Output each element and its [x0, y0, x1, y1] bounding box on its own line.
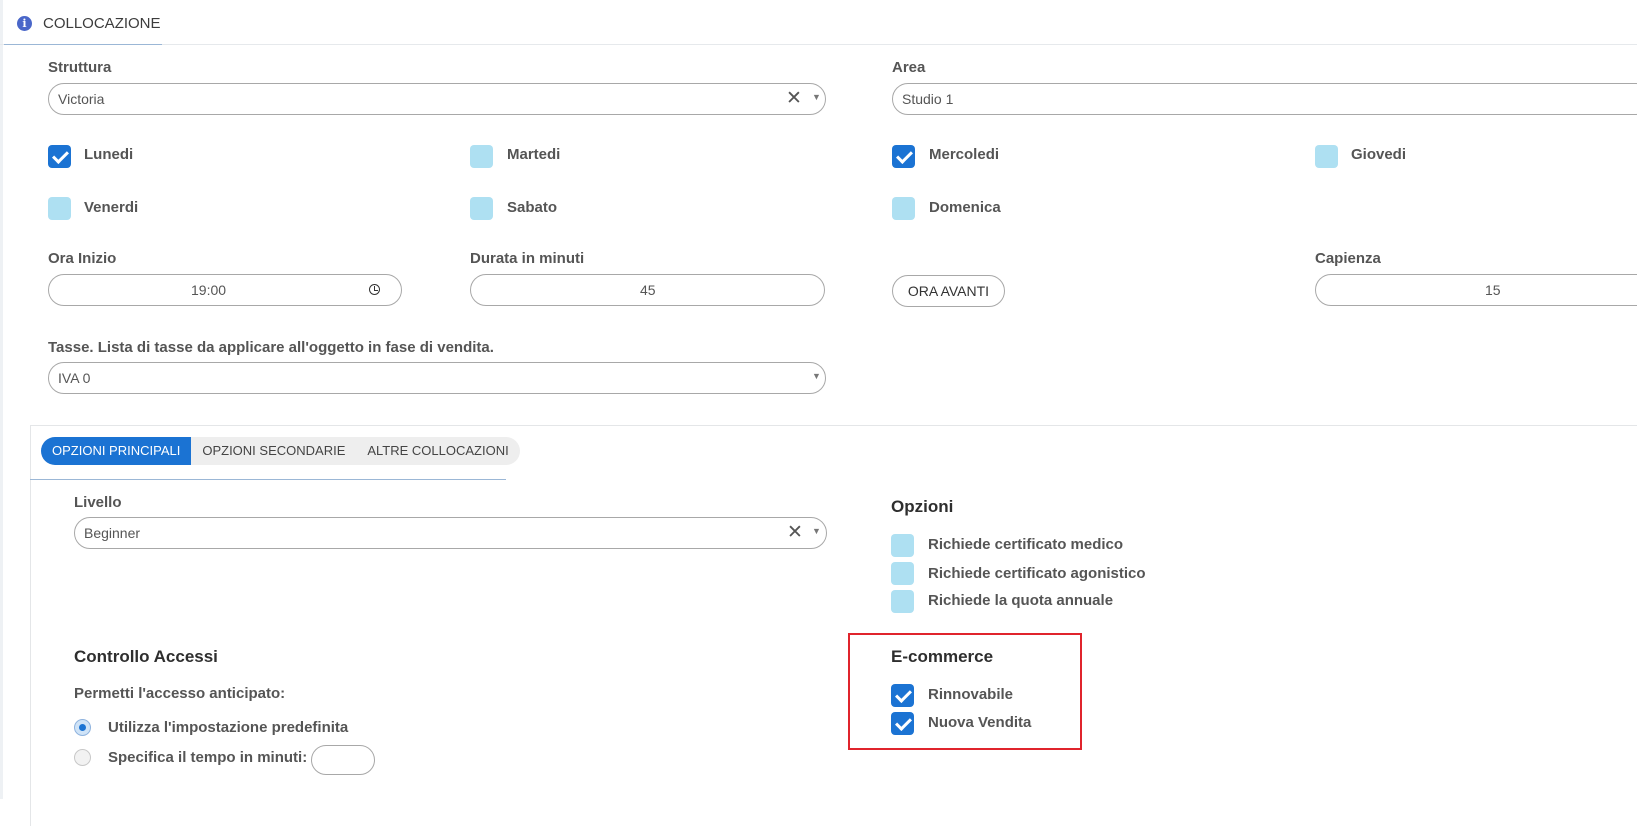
- certificato-agonistico-checkbox[interactable]: [891, 562, 914, 585]
- area-label: Area: [892, 59, 926, 76]
- minuti-label: Specifica il tempo in minuti:: [108, 749, 308, 766]
- tasse-label: Tasse. Lista di tasse da applicare all'o…: [48, 339, 494, 356]
- domenica-checkbox[interactable]: [892, 197, 915, 220]
- tabs-bar: OPZIONI PRINCIPALI OPZIONI SECONDARIE AL…: [41, 437, 520, 465]
- chevron-down-icon[interactable]: ▼: [812, 92, 821, 102]
- accesso-anticipato-label: Permetti l'accesso anticipato:: [74, 685, 286, 702]
- struttura-label: Struttura: [48, 59, 112, 76]
- chevron-down-icon[interactable]: ▼: [812, 526, 821, 536]
- collocazione-tab[interactable]: i COLLOCAZIONE: [4, 0, 162, 45]
- minuti-input[interactable]: [311, 745, 375, 775]
- minuti-radio[interactable]: [74, 749, 91, 766]
- tab-opzioni-secondarie[interactable]: OPZIONI SECONDARIE: [191, 437, 356, 465]
- venerdi-checkbox[interactable]: [48, 197, 71, 220]
- giovedi-checkbox[interactable]: [1315, 145, 1338, 168]
- tasse-value: IVA 0: [58, 370, 91, 386]
- domenica-label: Domenica: [929, 199, 1001, 216]
- left-edge: [0, 0, 3, 799]
- capienza-value: 15: [1485, 282, 1501, 298]
- lunedi-label: Lunedi: [84, 146, 134, 163]
- venerdi-label: Venerdi: [84, 199, 139, 216]
- struttura-select[interactable]: Victoria ✕ ▼: [48, 83, 826, 115]
- quota-annuale-label: Richiede la quota annuale: [928, 592, 1114, 609]
- section-title: COLLOCAZIONE: [43, 15, 161, 32]
- martedi-checkbox[interactable]: [470, 145, 493, 168]
- lunedi-checkbox[interactable]: [48, 145, 71, 168]
- clock-icon[interactable]: [369, 284, 380, 295]
- quota-annuale-checkbox[interactable]: [891, 590, 914, 613]
- ora-inizio-input[interactable]: 19:00: [48, 274, 402, 306]
- certificato-medico-checkbox[interactable]: [891, 534, 914, 557]
- livello-label: Livello: [74, 494, 122, 511]
- certificato-medico-label: Richiede certificato medico: [928, 536, 1124, 553]
- opzioni-title: Opzioni: [891, 497, 954, 516]
- livello-select[interactable]: Beginner ✕ ▼: [74, 517, 827, 549]
- area-select[interactable]: Studio 1: [892, 83, 1637, 115]
- highlight-box: [848, 633, 1082, 750]
- area-value: Studio 1: [902, 91, 954, 107]
- ora-inizio-value: 19:00: [191, 282, 227, 298]
- tabs-underline: [30, 479, 506, 480]
- martedi-label: Martedi: [507, 146, 561, 163]
- sabato-checkbox[interactable]: [470, 197, 493, 220]
- predefinita-radio[interactable]: [74, 719, 91, 736]
- struttura-value: Victoria: [58, 91, 105, 107]
- tasse-select[interactable]: IVA 0 ▼: [48, 362, 826, 394]
- sabato-label: Sabato: [507, 199, 558, 216]
- durata-label: Durata in minuti: [470, 250, 585, 267]
- tab-opzioni-principali[interactable]: OPZIONI PRINCIPALI: [41, 437, 192, 465]
- durata-value: 45: [640, 282, 656, 298]
- chevron-down-icon[interactable]: ▼: [812, 371, 821, 381]
- clear-icon[interactable]: ✕: [787, 521, 803, 544]
- livello-value: Beginner: [84, 525, 141, 541]
- giovedi-label: Giovedi: [1351, 146, 1407, 163]
- info-icon: i: [17, 16, 32, 31]
- tab-altre-collocazioni[interactable]: ALTRE COLLOCAZIONI: [356, 437, 519, 465]
- predefinita-label: Utilizza l'impostazione predefinita: [108, 719, 349, 736]
- capienza-label: Capienza: [1315, 250, 1381, 267]
- section-header: i COLLOCAZIONE: [0, 0, 1637, 45]
- durata-input[interactable]: 45: [470, 274, 825, 306]
- mercoledi-label: Mercoledi: [929, 146, 1000, 163]
- mercoledi-checkbox[interactable]: [892, 145, 915, 168]
- ora-avanti-button[interactable]: ORA AVANTI: [892, 275, 1005, 307]
- certificato-agonistico-label: Richiede certificato agonistico: [928, 565, 1146, 582]
- ora-inizio-label: Ora Inizio: [48, 250, 117, 267]
- clear-icon[interactable]: ✕: [786, 87, 802, 110]
- controllo-accessi-title: Controllo Accessi: [74, 647, 218, 666]
- capienza-input[interactable]: 15: [1315, 274, 1637, 306]
